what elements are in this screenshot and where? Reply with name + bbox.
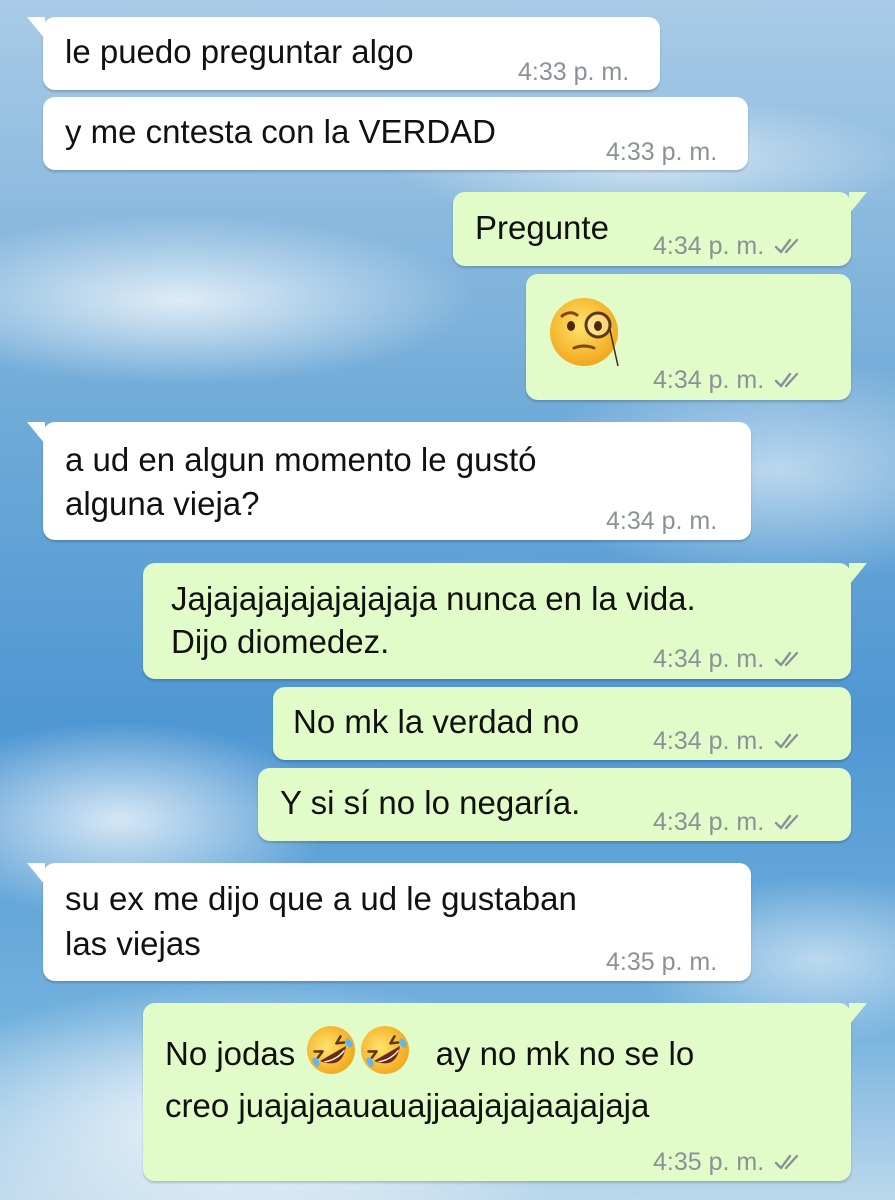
message-text: y me cntesta con la VERDAD [65, 113, 496, 150]
message-outgoing[interactable]: Pregunte 4:34 p. m. [453, 192, 867, 267]
message-text-line: Jajajajajajajajajaja nunca en la vida. [171, 580, 696, 617]
message-timestamp: 4:33 p. m. [606, 138, 718, 166]
face-with-monocle-emoji [550, 298, 619, 367]
message-incoming[interactable]: le puedo preguntar algo 4:33 p. m. [27, 17, 660, 90]
double-check-icon [774, 651, 799, 667]
message-outgoing[interactable]: 4:34 p. m. [526, 274, 851, 400]
message-timestamp: 4:34 p. m. [653, 801, 804, 843]
message-timestamp: 4:33 p. m. [518, 58, 630, 86]
message-timestamp: 4:35 p. m. [653, 1141, 804, 1183]
message-text-line: a ud en algun momento le gustó [65, 441, 537, 478]
message-timestamp: 4:34 p. m. [653, 225, 804, 267]
rolling-on-floor-laughing-emoji [307, 1026, 356, 1074]
rolling-on-floor-laughing-emoji [361, 1026, 410, 1074]
message-outgoing[interactable]: Jajajajajajajajajaja nunca en la vida. D… [143, 563, 867, 680]
message-text-line: Dijo diomedez. [171, 623, 390, 660]
message-text: No mk la verdad no [293, 703, 580, 740]
message-timestamp: 4:34 p. m. [606, 507, 718, 535]
message-text: Y si sí no lo negaría. [280, 784, 581, 821]
message-text-line: las viejas [65, 925, 201, 962]
message-outgoing[interactable]: No jodas ay no mk no se lo creo juajajaa… [143, 1003, 867, 1183]
message-text-line-1: No jodas ay no mk no se lo [165, 1023, 694, 1077]
message-timestamp: 4:34 p. m. [653, 359, 804, 401]
message-text-part: No jodas [165, 1035, 296, 1072]
message-timestamp: 4:34 p. m. [653, 720, 804, 762]
double-check-icon [774, 733, 799, 749]
message-outgoing[interactable]: Y si sí no lo negaría. 4:34 p. m. [258, 768, 851, 841]
message-timestamp: 4:34 p. m. [653, 638, 804, 680]
message-incoming[interactable]: su ex me dijo que a ud le gustaban las v… [27, 863, 751, 981]
double-check-icon [774, 238, 799, 254]
message-outgoing[interactable]: No mk la verdad no 4:34 p. m. [273, 687, 851, 760]
message-text-line: alguna vieja? [65, 485, 260, 522]
double-check-icon [774, 814, 799, 830]
message-text-part: ay no mk no se lo [435, 1035, 695, 1072]
message-text-line-2: creo juajajaauauajjaajajajaajajaja [165, 1087, 650, 1124]
message-incoming[interactable]: a ud en algun momento le gustó alguna vi… [27, 422, 751, 540]
message-text: Pregunte [475, 209, 609, 246]
message-text-line: su ex me dijo que a ud le gustaban [65, 880, 577, 917]
message-incoming[interactable]: y me cntesta con la VERDAD 4:33 p. m. [43, 97, 748, 170]
chat-conversation: le puedo preguntar algo 4:33 p. m. y me … [0, 0, 895, 1200]
double-check-icon [774, 1154, 799, 1170]
double-check-icon [774, 372, 799, 388]
message-text: le puedo preguntar algo [65, 33, 414, 70]
message-timestamp: 4:35 p. m. [606, 948, 718, 976]
